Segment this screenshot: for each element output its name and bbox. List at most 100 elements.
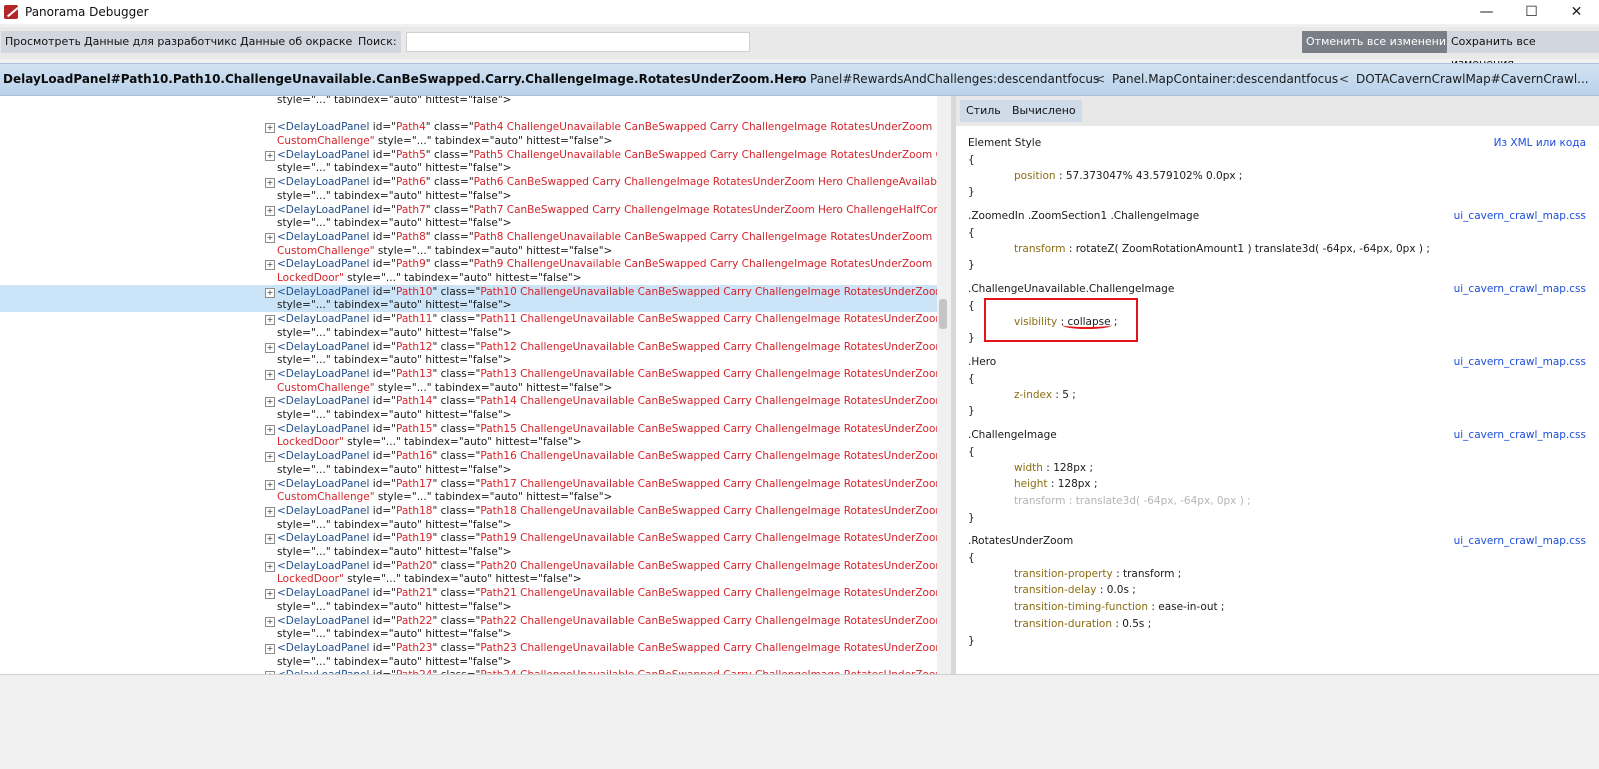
tree-row[interactable]: + <DelayLoadPanel id="Path17" class="Path… [0, 477, 937, 504]
search-input[interactable] [406, 32, 750, 52]
property-name[interactable]: transform [1014, 495, 1065, 507]
tree-row[interactable]: style="..." tabindex="auto" hittest="fal… [0, 96, 937, 120]
maximize-icon[interactable]: ☐ [1509, 0, 1554, 24]
expand-icon[interactable]: + [265, 397, 275, 408]
rule-source-link[interactable]: Из XML или кода [1494, 137, 1586, 149]
expand-icon[interactable]: + [265, 370, 275, 380]
expand-icon[interactable]: + [265, 616, 275, 627]
minimize-icon[interactable]: — [1464, 0, 1509, 24]
expand-icon[interactable]: + [265, 287, 275, 298]
expand-icon[interactable]: + [265, 479, 275, 490]
property-value[interactable]: rotateZ( ZoomRotationAmount1 ) translate… [1076, 243, 1430, 255]
tree-row[interactable]: + <DelayLoadPanel id="Path18" class="Path… [0, 504, 937, 531]
rule-selector[interactable]: .Hero [968, 356, 996, 368]
property-value[interactable]: ease-in-out ; [1158, 601, 1224, 613]
tree-row[interactable]: + <DelayLoadPanel id="Path11" class="Path… [0, 312, 937, 339]
tree-row[interactable]: + <DelayLoadPanel id="Path9" class="Path9… [0, 257, 937, 284]
tree-row[interactable]: + <DelayLoadPanel id="Path5" class="Path5… [0, 148, 937, 175]
rule-selector[interactable]: .RotatesUnderZoom [968, 535, 1073, 547]
expand-icon[interactable]: + [265, 178, 275, 189]
tree-row[interactable]: + <DelayLoadPanel id="Path14" class="Path… [0, 394, 937, 421]
tree-row[interactable]: + <DelayLoadPanel id="Path20" class="Path… [0, 559, 937, 586]
rule-selector[interactable]: .ZoomedIn .ZoomSection1 .ChallengeImage [968, 210, 1199, 222]
property-name[interactable]: transition-delay [1014, 584, 1097, 596]
css-property[interactable]: transform : rotateZ( ZoomRotationAmount1… [1014, 243, 1430, 255]
tree-row[interactable]: + <DelayLoadPanel id="Path4" class="Path4… [0, 120, 937, 147]
paint-data-button[interactable]: Данные об окраске [236, 31, 357, 53]
tree-row[interactable]: + <DelayLoadPanel id="Path22" class="Path… [0, 614, 937, 641]
css-property[interactable]: position : 57.373047% 43.579102% 0.0px ; [1014, 170, 1242, 182]
property-value[interactable]: 57.373047% 43.579102% 0.0px ; [1066, 170, 1243, 182]
property-name[interactable]: height [1014, 478, 1047, 490]
property-value[interactable]: 128px ; [1053, 462, 1093, 474]
rule-selector[interactable]: .ChallengeImage [968, 429, 1057, 441]
css-property[interactable]: z-index : 5 ; [1014, 389, 1076, 401]
property-name[interactable]: transition-timing-function [1014, 601, 1148, 613]
css-property[interactable]: transition-duration : 0.5s ; [1014, 618, 1151, 630]
rule-source-link[interactable]: ui_cavern_crawl_map.css [1454, 210, 1586, 222]
tree-row[interactable]: + <DelayLoadPanel id="Path23" class="Path… [0, 641, 937, 668]
css-property[interactable]: transform : translate3d( -64px, -64px, 0… [1014, 495, 1251, 507]
tree-row[interactable]: + <DelayLoadPanel id="Path19" class="Path… [0, 531, 937, 558]
rule-source-link[interactable]: ui_cavern_crawl_map.css [1454, 356, 1586, 368]
view-button[interactable]: Просмотреть [1, 31, 86, 53]
property-name[interactable]: z-index [1014, 389, 1052, 401]
expand-icon[interactable]: + [265, 123, 275, 134]
tab-style[interactable]: Стиль [960, 100, 1007, 122]
close-icon[interactable]: ✕ [1554, 0, 1599, 24]
tree-scrollbar[interactable] [937, 96, 951, 674]
css-property[interactable]: transition-property : transform ; [1014, 568, 1181, 580]
property-value[interactable]: 0.5s ; [1122, 618, 1151, 630]
css-property[interactable]: visibility : collapse ; [1014, 316, 1117, 328]
expand-icon[interactable]: + [265, 644, 275, 654]
css-property[interactable]: transition-timing-function : ease-in-out… [1014, 601, 1224, 613]
tree-row-selected[interactable]: + <DelayLoadPanel id="Path10" class="Path… [0, 284, 937, 313]
tree-row[interactable]: + <DelayLoadPanel id="Path8" class="Path8… [0, 230, 937, 257]
breadcrumb-item[interactable]: DOTACavernCrawlMap#CavernCrawl... [1356, 64, 1589, 95]
tree-row[interactable]: + <DelayLoadPanel id="Path12" class="Path… [0, 340, 937, 367]
tree-row[interactable]: + <DelayLoadPanel id="Path21" class="Path… [0, 586, 937, 613]
expand-icon[interactable]: + [265, 534, 275, 545]
expand-icon[interactable]: + [265, 150, 275, 161]
rule-source-link[interactable]: ui_cavern_crawl_map.css [1454, 535, 1586, 547]
tree-row[interactable]: + <DelayLoadPanel id="Path16" class="Path… [0, 449, 937, 476]
property-value[interactable]: 5 ; [1062, 389, 1076, 401]
tree-row[interactable]: + <DelayLoadPanel id="Path13" class="Path… [0, 367, 937, 394]
property-value[interactable]: transform ; [1123, 568, 1181, 580]
property-name[interactable]: visibility [1014, 316, 1057, 328]
expand-icon[interactable]: + [265, 315, 275, 326]
expand-icon[interactable]: + [265, 452, 275, 463]
tab-computed[interactable]: Вычислено [1006, 100, 1082, 122]
tree-row[interactable]: + <DelayLoadPanel id="Path15" class="Path… [0, 422, 937, 449]
property-value[interactable]: 128px ; [1058, 478, 1098, 490]
developer-data-button[interactable]: Данные для разработчиков [80, 31, 249, 53]
css-property[interactable]: height : 128px ; [1014, 478, 1098, 490]
expand-icon[interactable]: + [265, 424, 275, 435]
css-property[interactable]: transition-delay : 0.0s ; [1014, 584, 1136, 596]
property-value[interactable]: translate3d( -64px, -64px, 0px ) ; [1076, 495, 1251, 507]
tree-row[interactable]: + <DelayLoadPanel id="Path6" class="Path6… [0, 175, 937, 202]
property-name[interactable]: position [1014, 170, 1056, 182]
rule-selector[interactable]: .ChallengeUnavailable.ChallengeImage [968, 283, 1174, 295]
property-value[interactable]: 0.0s ; [1107, 584, 1136, 596]
property-value[interactable]: collapse ; [1068, 316, 1118, 328]
rule-source-link[interactable]: ui_cavern_crawl_map.css [1454, 283, 1586, 295]
expand-icon[interactable]: + [265, 260, 275, 271]
expand-icon[interactable]: + [265, 507, 275, 517]
css-property[interactable]: width : 128px ; [1014, 462, 1093, 474]
property-name[interactable]: transition-property [1014, 568, 1113, 580]
breadcrumb-item[interactable]: Panel#RewardsAndChallenges:descendantfoc… [810, 64, 1099, 95]
scrollbar-thumb[interactable] [939, 299, 947, 329]
breadcrumb-item[interactable]: Panel.MapContainer:descendantfocus [1112, 64, 1338, 95]
property-name[interactable]: width [1014, 462, 1043, 474]
expand-icon[interactable]: + [265, 205, 275, 216]
revert-all-button[interactable]: Отменить все изменения [1302, 31, 1457, 53]
expand-icon[interactable]: + [265, 561, 275, 572]
property-name[interactable]: transition-duration [1014, 618, 1112, 630]
save-all-button[interactable]: Сохранить все изменения [1447, 31, 1599, 70]
rule-source-link[interactable]: ui_cavern_crawl_map.css [1454, 429, 1586, 441]
rule-selector[interactable]: Element Style [968, 137, 1041, 149]
expand-icon[interactable]: + [265, 342, 275, 353]
expand-icon[interactable]: + [265, 589, 275, 600]
property-name[interactable]: transform [1014, 243, 1065, 255]
